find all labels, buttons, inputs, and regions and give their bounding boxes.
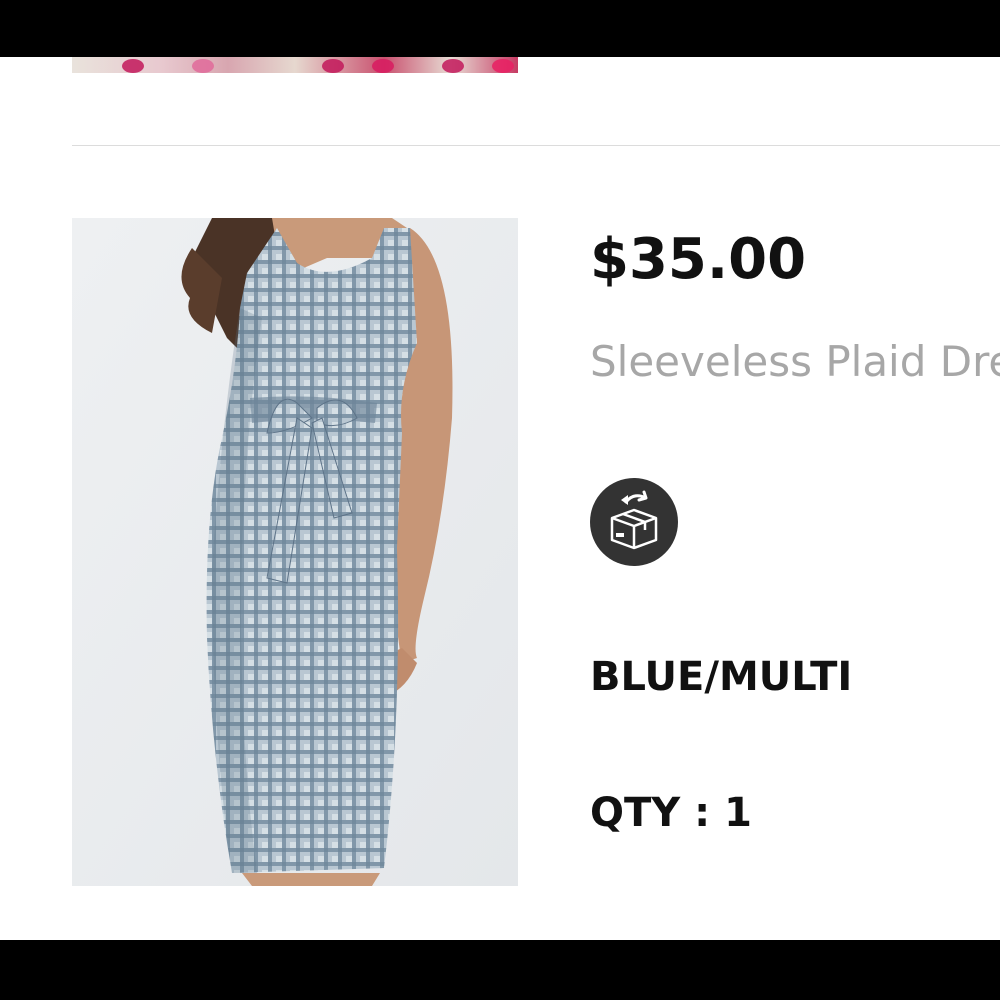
flower-shape bbox=[122, 59, 144, 73]
flower-shape bbox=[322, 59, 344, 73]
previous-product-image[interactable] bbox=[72, 57, 518, 73]
flower-shape bbox=[492, 59, 514, 73]
top-letterbox-bar bbox=[0, 0, 1000, 57]
screen: $35.00 Sleeveless Plaid Dress BLUE/MULTI… bbox=[0, 0, 1000, 1000]
flower-shape bbox=[192, 59, 214, 73]
product-color: BLUE/MULTI bbox=[590, 654, 853, 700]
flower-shape bbox=[442, 59, 464, 73]
item-divider bbox=[72, 145, 1000, 146]
flower-shape bbox=[372, 59, 394, 73]
return-box-icon[interactable] bbox=[590, 478, 678, 566]
return-box-icon-graphic bbox=[610, 490, 658, 550]
dress-photo bbox=[72, 218, 518, 886]
product-image[interactable] bbox=[72, 218, 518, 886]
product-quantity[interactable]: QTY : 1 bbox=[590, 790, 752, 836]
product-price: $35.00 bbox=[590, 227, 807, 292]
product-title[interactable]: Sleeveless Plaid Dress bbox=[590, 337, 1000, 386]
cart-list[interactable]: $35.00 Sleeveless Plaid Dress BLUE/MULTI… bbox=[0, 57, 1000, 940]
bottom-letterbox-bar bbox=[0, 940, 1000, 1000]
